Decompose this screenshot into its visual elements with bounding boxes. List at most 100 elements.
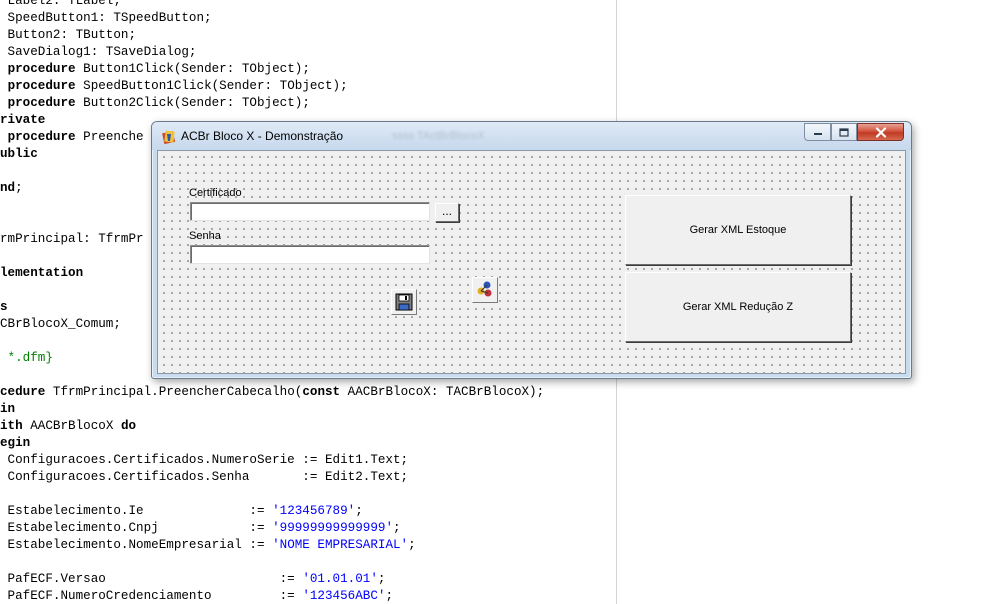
- code-token: rmPrincipal: TfrmPr: [0, 232, 144, 246]
- form-designer-window[interactable]: ACBr Bloco X - Demonstração ssss TActBrB…: [151, 121, 912, 379]
- code-line: Estabelecimento.NomeEmpresarial := 'NOME…: [0, 537, 416, 554]
- code-line: in: [0, 401, 15, 418]
- close-icon: [875, 126, 886, 138]
- code-token: 'NOME EMPRESARIAL': [272, 538, 409, 552]
- floppy-disk-icon: [395, 293, 413, 311]
- code-line: procedure SpeedButton1Click(Sender: TObj…: [0, 78, 348, 95]
- code-token: procedure: [7, 62, 76, 76]
- code-line: Estabelecimento.Cnpj := '99999999999999'…: [0, 520, 401, 537]
- code-line: s: [0, 299, 8, 316]
- code-token: CBrBlocoX_Comum;: [0, 317, 121, 331]
- code-line: SaveDialog1: TSaveDialog;: [0, 44, 197, 61]
- form-client-area[interactable]: Certificado ... Senha Gerar XML Estoque …: [157, 150, 906, 374]
- code-token: procedure: [7, 130, 76, 144]
- label-senha: Senha: [189, 230, 221, 242]
- code-token: Preenche: [75, 130, 144, 144]
- title-ghost-text: ssss TActBrBlocoX: [392, 130, 485, 142]
- certificado-input[interactable]: [190, 202, 430, 221]
- code-token: PafECF.NumeroCredenciamento :=: [0, 589, 303, 603]
- code-line: procedure Preenche: [0, 129, 144, 146]
- code-token: ublic: [0, 147, 38, 161]
- acbr-component-icon: [477, 281, 492, 297]
- code-token: Button1Click(Sender: TObject);: [75, 62, 310, 76]
- code-line: PafECF.NumeroCredenciamento := '123456AB…: [0, 588, 393, 604]
- code-token: *.dfm}: [0, 351, 53, 365]
- code-token: AACBrBlocoX: [22, 419, 121, 433]
- code-line: procedure Button1Click(Sender: TObject);: [0, 61, 310, 78]
- code-token: AACBrBlocoX: TACBrBlocoX);: [340, 385, 545, 399]
- code-token: in: [0, 402, 16, 416]
- code-token: TfrmPrincipal.PreencherCabecalho(: [45, 385, 303, 399]
- senha-input[interactable]: [190, 245, 430, 264]
- close-button[interactable]: [857, 123, 904, 141]
- code-token: '123456ABC': [302, 589, 386, 603]
- delphi-app-icon: [162, 130, 176, 145]
- code-token: PafECF.Versao :=: [0, 572, 303, 586]
- code-line: procedure Button2Click(Sender: TObject);: [0, 95, 310, 112]
- title-bar[interactable]: ACBr Bloco X - Demonstração ssss TActBrB…: [152, 122, 911, 150]
- code-token: SpeedButton1: TSpeedButton;: [0, 11, 212, 25]
- code-token: '01.01.01': [302, 572, 378, 586]
- code-token: egin: [0, 436, 31, 450]
- acbr-bloco-x-component[interactable]: [472, 277, 498, 303]
- code-token: do: [120, 419, 137, 433]
- code-token: rivate: [0, 113, 46, 127]
- code-line: ublic: [0, 146, 38, 163]
- minimize-button[interactable]: [804, 123, 831, 141]
- code-line: Estabelecimento.Ie := '123456789';: [0, 503, 363, 520]
- code-token: ;: [385, 589, 394, 603]
- code-token: SpeedButton1Click(Sender: TObject);: [75, 79, 348, 93]
- code-token: Button2: TButton;: [0, 28, 137, 42]
- code-token: const: [302, 385, 341, 399]
- minimize-icon: [813, 133, 822, 135]
- code-token: s: [0, 300, 8, 314]
- code-line: SpeedButton1: TSpeedButton;: [0, 10, 212, 27]
- code-token: ;: [408, 538, 416, 552]
- code-line: Button2: TButton;: [0, 27, 137, 44]
- code-line: rmPrincipal: TfrmPr: [0, 231, 144, 248]
- code-token: ;: [355, 504, 363, 518]
- code-line: ith AACBrBlocoX do: [0, 418, 136, 435]
- code-token: ;: [15, 181, 23, 195]
- code-line: *.dfm}: [0, 350, 53, 367]
- label-certificado: Certificado: [189, 187, 242, 199]
- code-token: cedure: [0, 385, 46, 399]
- code-token: SaveDialog1: TSaveDialog;: [0, 45, 197, 59]
- code-token: Button2Click(Sender: TObject);: [75, 96, 310, 110]
- code-line: cedure TfrmPrincipal.PreencherCabecalho(…: [0, 384, 544, 401]
- code-line: rivate: [0, 112, 45, 129]
- save-dialog-component[interactable]: [391, 289, 417, 315]
- code-token: procedure: [7, 96, 76, 110]
- code-line: CBrBlocoX_Comum;: [0, 316, 121, 333]
- code-line: Label2: TLabel;: [0, 0, 121, 10]
- code-line: Configuracoes.Certificados.Senha := Edit…: [0, 469, 409, 486]
- code-token: Label2: TLabel;: [0, 0, 121, 8]
- browse-certificate-button[interactable]: ...: [435, 203, 459, 222]
- gerar-xml-reducao-z-button[interactable]: Gerar XML Redução Z: [625, 272, 851, 342]
- code-line: PafECF.Versao := '01.01.01';: [0, 571, 386, 588]
- code-token: '123456789': [272, 504, 356, 518]
- code-token: Configuracoes.Certificados.NumeroSerie :…: [0, 453, 409, 467]
- code-line: Configuracoes.Certificados.NumeroSerie :…: [0, 452, 409, 469]
- code-token: lementation: [0, 266, 84, 280]
- code-token: procedure: [7, 79, 76, 93]
- code-token: ;: [393, 521, 401, 535]
- code-line: egin: [0, 435, 30, 452]
- code-token: Estabelecimento.NomeEmpresarial :=: [0, 538, 273, 552]
- code-token: ;: [377, 572, 386, 586]
- gerar-xml-estoque-button[interactable]: Gerar XML Estoque: [625, 195, 851, 265]
- code-token: Estabelecimento.Ie :=: [0, 504, 273, 518]
- code-token: Estabelecimento.Cnpj :=: [0, 521, 273, 535]
- code-token: nd: [0, 181, 16, 195]
- maximize-button[interactable]: [831, 123, 857, 141]
- code-token: Configuracoes.Certificados.Senha := Edit…: [0, 470, 409, 484]
- code-line: nd;: [0, 180, 23, 197]
- code-token: '99999999999999': [272, 521, 393, 535]
- code-line: lementation: [0, 265, 83, 282]
- code-token: ith: [0, 419, 23, 433]
- window-title: ACBr Bloco X - Demonstração: [181, 129, 344, 143]
